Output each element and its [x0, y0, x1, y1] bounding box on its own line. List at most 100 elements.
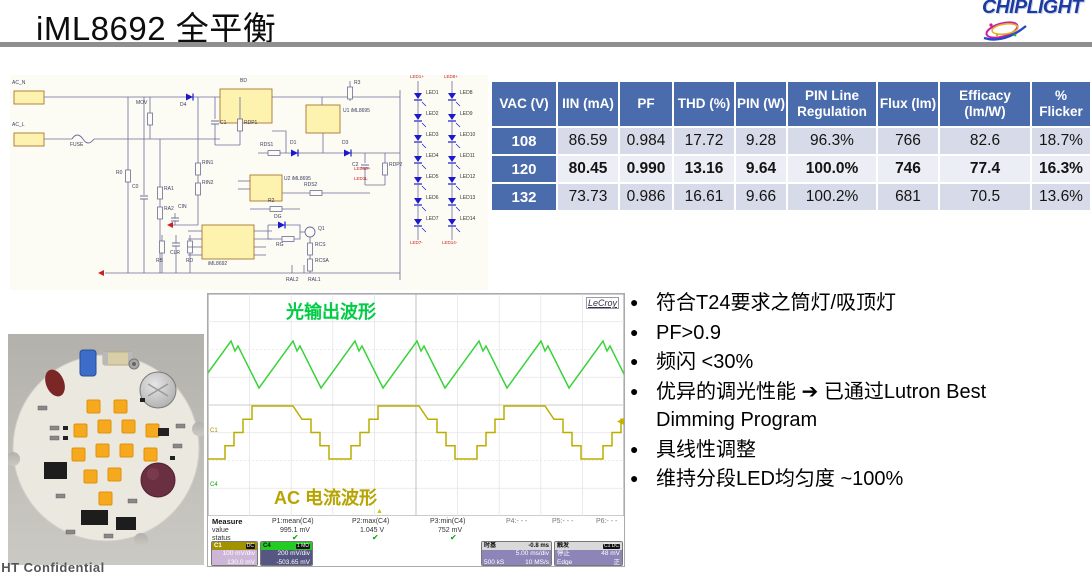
- measure-param-name: P3:min(C4): [430, 518, 465, 525]
- component-label: CIN: [178, 205, 187, 210]
- bullet-item: 频闪 <30%: [630, 347, 1070, 377]
- component-label: iML8692: [208, 262, 227, 267]
- component-label: RA1: [164, 187, 174, 192]
- measure-row-label: Measure: [212, 518, 242, 526]
- led-label: LED3: [426, 133, 439, 138]
- led-label: LED12: [460, 175, 475, 180]
- row-header: 120: [492, 156, 556, 182]
- channel-1-scale: 100 mV/div: [214, 551, 255, 558]
- trigger-type: Edge: [557, 560, 572, 567]
- net-label: LED7-: [410, 241, 423, 246]
- component-label: MOV: [136, 101, 147, 106]
- component-label: RCS: [315, 243, 326, 248]
- component-label: C2: [352, 163, 358, 168]
- value-row-label: value: [212, 527, 229, 534]
- trigger-box: 触发C1 DC 停止48 mV Edge正: [554, 541, 623, 566]
- led-label: LED14: [460, 217, 475, 222]
- component-label: AC_N: [12, 81, 25, 86]
- component-label: U1 iML8695: [343, 109, 370, 114]
- channel-4-offset: -503.65 mV: [263, 560, 310, 567]
- col-header-pin-line-reg: PIN Line Regulation: [788, 82, 876, 126]
- schematic-drawing: [10, 75, 488, 290]
- channel-4-box: C41 MΩ 200 mV/div -503.65 mV: [260, 541, 313, 566]
- trigger-mode: 停止: [557, 551, 570, 558]
- bullet-item: PF>0.9: [630, 318, 1070, 348]
- channel-1-offset: 130.0 mV: [214, 560, 255, 567]
- component-label: Q1: [318, 227, 325, 232]
- table-header-row: VAC (V) IIN (mA) PF THD (%) PIN (W) PIN …: [492, 82, 1090, 126]
- component-label: AC_L: [12, 123, 25, 128]
- component-label: RDP1: [244, 121, 257, 126]
- net-label: LED1+: [410, 75, 424, 80]
- led-label: LED13: [460, 196, 475, 201]
- table-row: 108 86.59 0.984 17.72 9.28 96.3% 766 82.…: [492, 128, 1090, 154]
- row-header: 132: [492, 184, 556, 210]
- component-label: CLR: [170, 251, 180, 256]
- col-header-iin: IIN (mA): [558, 82, 618, 126]
- svg-text:C4: C4: [210, 482, 218, 488]
- component-label: DG: [274, 215, 282, 220]
- led-label: LED1: [426, 91, 439, 96]
- trigger-level: 48 mV: [601, 551, 620, 558]
- col-header-efficacy: Efficacy (lm/W): [940, 82, 1030, 126]
- title-divider: [0, 42, 1092, 47]
- bullet-item: 优异的调光性能 ➔ 已通过Lutron Best Dimming Program: [630, 377, 1070, 435]
- col-header-vac: VAC (V): [492, 82, 556, 126]
- led-label: LED2: [426, 112, 439, 117]
- trigger-title: 触发: [557, 543, 569, 549]
- channel-4-label: C4: [263, 543, 271, 549]
- measure-param-name: P1:mean(C4): [272, 518, 314, 525]
- trigger-source: C1 DC: [603, 544, 620, 549]
- component-label: D3: [342, 141, 348, 146]
- chiplight-logo-swirl-icon: [982, 18, 1030, 44]
- component-label: D1: [290, 141, 296, 146]
- measure-param-name: P6:- - -: [596, 518, 617, 525]
- component-label: RA2: [164, 207, 174, 212]
- col-header-thd: THD (%): [674, 82, 734, 126]
- row-header: 108: [492, 128, 556, 154]
- component-label: C0: [132, 185, 138, 190]
- channel-1-box: C1DC 100 mV/div 130.0 mV: [211, 541, 258, 566]
- light-output-wave-label: 光输出波形: [286, 298, 376, 324]
- measure-param-name: P4:- - -: [506, 518, 527, 525]
- performance-table: VAC (V) IIN (mA) PF THD (%) PIN (W) PIN …: [490, 80, 1092, 212]
- component-label: RD: [186, 259, 193, 264]
- measure-param-name: P2:max(C4): [352, 518, 389, 525]
- bullet-item: 符合T24要求之筒灯/吸顶灯: [630, 288, 1070, 318]
- timebase-samples: 500 kS: [484, 560, 504, 567]
- component-label: R2: [268, 199, 274, 204]
- component-label: FUSE: [70, 143, 83, 148]
- net-label: LED1L: [354, 177, 368, 182]
- component-label: RIN2: [202, 181, 213, 186]
- confidential-footer: CHIPLIGHT Confidential: [0, 560, 105, 575]
- led-label: LED5: [426, 175, 439, 180]
- component-label: RDP2: [389, 163, 402, 168]
- col-header-flicker: % Flicker: [1032, 82, 1090, 126]
- net-label: LED8+: [444, 75, 458, 80]
- net-label: LED14-: [442, 241, 457, 246]
- application-circuit-schematic: LED1LED2LED3LED4LED5LED6LED7LED8LED9LED1…: [10, 75, 488, 290]
- measure-param-status: ✔: [372, 534, 379, 542]
- led-pcb-photo: [8, 334, 204, 565]
- measure-param-status: ✔: [292, 534, 299, 542]
- col-header-pf: PF: [620, 82, 672, 126]
- component-label: C1: [220, 121, 226, 126]
- led-label: LED11: [460, 154, 475, 159]
- trigger-time-marker: ▲: [376, 508, 383, 515]
- component-label: R3: [354, 81, 360, 86]
- led-label: LED7: [426, 217, 439, 222]
- status-row-label: status: [212, 535, 231, 542]
- led-label: LED10: [460, 133, 475, 138]
- led-label: LED4: [426, 154, 439, 159]
- bullet-item: 维持分段LED均匀度 ~100%: [630, 464, 1070, 494]
- scope-grid: C1C4: [208, 294, 624, 516]
- component-label: RDS1: [260, 143, 273, 148]
- bullet-item: 具线性调整: [630, 435, 1070, 465]
- component-label: RDS2: [304, 183, 317, 188]
- oscilloscope-screenshot: C1C4 光输出波形 LeCroy AC 电流波形 ▲ C1DC 100 mV/…: [207, 293, 625, 567]
- lecroy-brand: LeCroy: [586, 297, 619, 309]
- channel-4-scale: 200 mV/div: [263, 551, 310, 558]
- chiplight-logo-text: CHIPLIGHT: [982, 0, 1083, 19]
- col-header-pin: PIN (W): [736, 82, 786, 126]
- component-label: RCSA: [315, 259, 329, 264]
